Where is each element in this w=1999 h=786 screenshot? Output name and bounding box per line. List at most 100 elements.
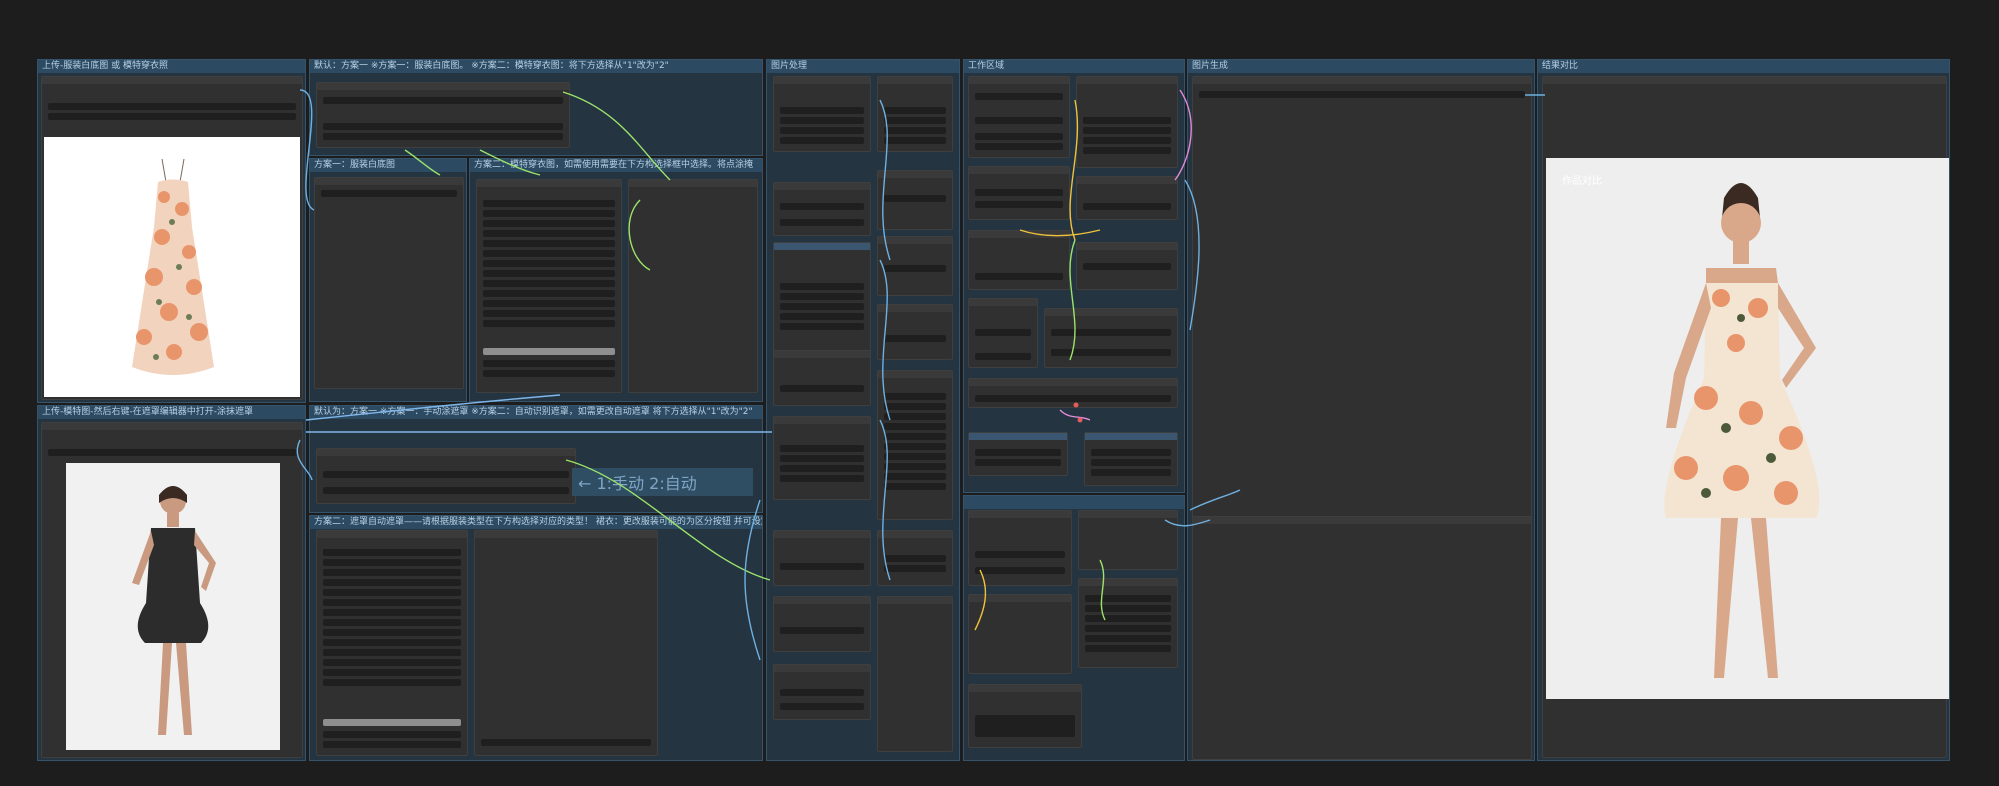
widget[interactable] xyxy=(884,137,946,144)
widget[interactable] xyxy=(1085,625,1171,632)
widget[interactable] xyxy=(483,290,615,297)
select-widget[interactable] xyxy=(323,471,569,478)
widget[interactable] xyxy=(483,260,615,267)
widget[interactable] xyxy=(483,320,615,327)
image-select-widget[interactable] xyxy=(48,103,296,110)
widget[interactable] xyxy=(323,741,461,748)
select-widget[interactable] xyxy=(321,190,457,197)
widget[interactable] xyxy=(975,353,1031,360)
widget[interactable] xyxy=(1199,91,1525,98)
load-image-node[interactable] xyxy=(41,76,303,400)
group-default-scheme[interactable]: 默认：方案一 ※方案一：服装白底图。 ※方案二：模特穿衣图：将下方选择从"1"改… xyxy=(309,59,763,156)
widget[interactable] xyxy=(884,265,946,272)
segment-node[interactable] xyxy=(476,179,622,393)
node-canvas[interactable]: 上传-服装白底图 或 模特穿衣照 默认：方案一 ※方案一：服装白底图。 ※方案二… xyxy=(0,0,1999,786)
select-widget[interactable] xyxy=(323,97,563,104)
widget[interactable] xyxy=(1085,605,1171,612)
widget[interactable] xyxy=(780,445,864,452)
work-node[interactable] xyxy=(1044,308,1178,368)
group-scheme1-white[interactable]: 方案一：服装白底图 xyxy=(309,158,467,402)
widget[interactable] xyxy=(1085,645,1171,652)
work-node[interactable] xyxy=(968,684,1082,748)
widget[interactable] xyxy=(483,280,615,287)
widget[interactable] xyxy=(884,555,946,562)
widget[interactable] xyxy=(780,283,864,290)
work-node[interactable] xyxy=(1078,510,1178,570)
upload-widget[interactable] xyxy=(48,113,296,120)
group-generate[interactable]: 图片生成 xyxy=(1187,59,1535,761)
widget[interactable] xyxy=(483,210,615,217)
widget[interactable] xyxy=(780,465,864,472)
widget[interactable] xyxy=(1085,635,1171,642)
widget[interactable] xyxy=(780,303,864,310)
process-node[interactable] xyxy=(877,370,953,520)
process-node[interactable] xyxy=(877,236,953,296)
preview-node[interactable] xyxy=(628,179,758,393)
widget[interactable] xyxy=(481,739,651,746)
widget[interactable] xyxy=(483,230,615,237)
select-widget[interactable] xyxy=(323,123,563,130)
widget[interactable] xyxy=(884,433,946,440)
process-node[interactable] xyxy=(773,664,871,720)
process-node[interactable] xyxy=(773,350,871,406)
widget[interactable] xyxy=(780,137,864,144)
widget[interactable] xyxy=(975,395,1171,402)
widget[interactable] xyxy=(975,201,1063,208)
widget[interactable] xyxy=(780,475,864,482)
widget[interactable] xyxy=(483,200,615,207)
widget[interactable] xyxy=(975,567,1065,574)
widget[interactable] xyxy=(483,370,615,377)
process-node[interactable] xyxy=(877,304,953,360)
preview-node[interactable] xyxy=(474,530,658,756)
work-node[interactable] xyxy=(968,166,1070,220)
widget[interactable] xyxy=(483,220,615,227)
widget[interactable] xyxy=(975,551,1065,558)
widget[interactable] xyxy=(323,731,461,738)
widget[interactable] xyxy=(780,107,864,114)
group-upload-garment[interactable]: 上传-服装白底图 或 模特穿衣照 xyxy=(37,59,306,403)
work-node[interactable] xyxy=(1084,432,1178,486)
preview-node[interactable] xyxy=(314,177,464,389)
group-result[interactable]: 结果对比 作品对比 xyxy=(1537,59,1950,761)
widget[interactable] xyxy=(323,559,461,566)
widget[interactable] xyxy=(323,549,461,556)
work-node[interactable] xyxy=(968,298,1038,368)
widget[interactable] xyxy=(483,270,615,277)
widget[interactable] xyxy=(1091,459,1171,466)
widget[interactable] xyxy=(323,569,461,576)
widget[interactable] xyxy=(1091,449,1171,456)
process-node[interactable] xyxy=(773,596,871,652)
widget[interactable] xyxy=(323,659,461,666)
group-scheme2-auto[interactable]: 方案二：遮罩自动遮罩——请根据服装类型在下方构选择对应的类型！ 裙衣：更改服装可… xyxy=(309,515,763,761)
widget[interactable] xyxy=(1083,137,1171,144)
widget[interactable] xyxy=(780,627,864,634)
widget[interactable] xyxy=(483,300,615,307)
work-node[interactable] xyxy=(968,378,1178,408)
process-node[interactable] xyxy=(877,596,953,752)
work-node[interactable] xyxy=(968,510,1072,586)
widget[interactable] xyxy=(1083,263,1171,270)
widget[interactable] xyxy=(884,335,946,342)
group-scheme2-model[interactable]: 方案二：模特穿衣图，如需使用需要在下方构选择框中选择。将点涂掩 xyxy=(469,158,763,402)
group-workspace[interactable]: 工作区域 xyxy=(963,59,1185,493)
compare-node[interactable]: 作品对比 xyxy=(1542,76,1949,758)
group-workspace-lower[interactable] xyxy=(963,495,1185,761)
widget[interactable] xyxy=(780,127,864,134)
widget[interactable] xyxy=(975,449,1061,456)
widget[interactable] xyxy=(323,649,461,656)
widget[interactable] xyxy=(323,609,461,616)
process-node[interactable] xyxy=(773,76,871,152)
widget[interactable] xyxy=(884,403,946,410)
widget[interactable] xyxy=(884,463,946,470)
widget[interactable] xyxy=(780,219,864,226)
widget[interactable] xyxy=(323,579,461,586)
widget[interactable] xyxy=(1083,147,1171,154)
widget[interactable] xyxy=(975,715,1075,737)
switch-node[interactable] xyxy=(316,82,570,148)
widget[interactable] xyxy=(323,669,461,676)
widget[interactable] xyxy=(780,455,864,462)
process-node[interactable] xyxy=(773,182,871,236)
widget[interactable] xyxy=(884,473,946,480)
select-widget[interactable] xyxy=(323,487,569,494)
widget[interactable] xyxy=(483,250,615,257)
